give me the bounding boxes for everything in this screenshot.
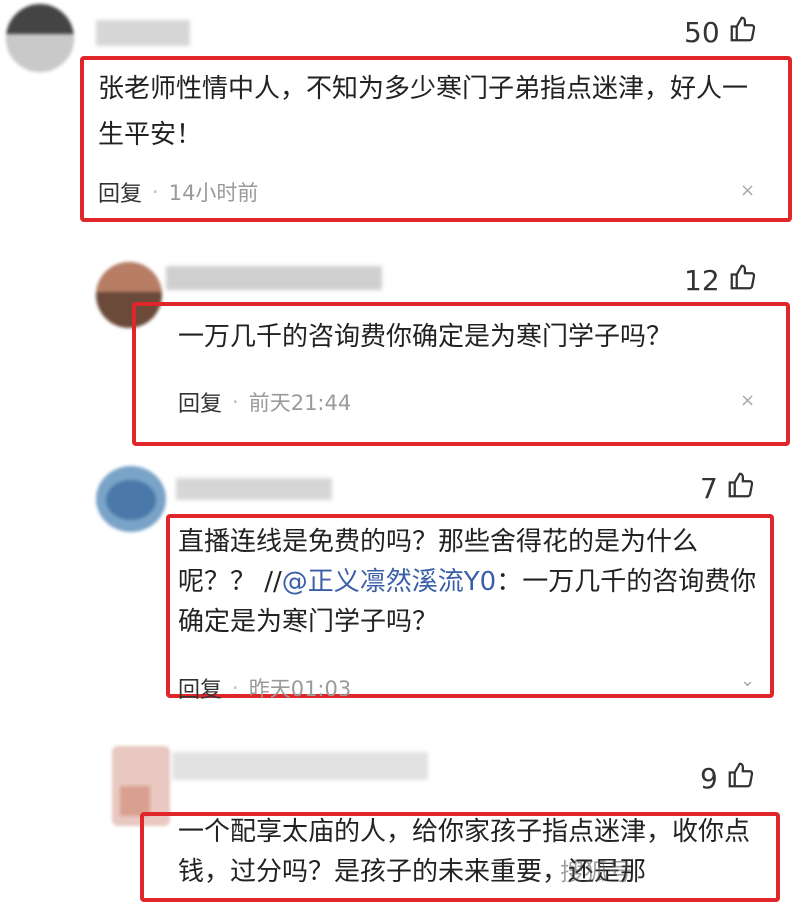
thumbs-up-icon[interactable] [726,470,756,507]
username-blurred[interactable] [96,20,190,46]
comment-text: 一万几千的咨询费你确定是为寒门学子吗？ [178,322,673,352]
comment-meta: 回复 · 昨天01:03 [178,672,351,704]
comment-meta: 回复 · 14小时前 [98,176,258,208]
separator-dot: · [232,390,239,414]
like-count[interactable]: 50 [684,14,758,51]
reply-button[interactable]: 回复 [178,386,222,418]
separator-dot: · [232,676,239,700]
username-blurred[interactable] [176,478,332,500]
like-count-value: 9 [700,762,718,795]
like-count[interactable]: 12 [684,262,758,299]
chevron-down-icon[interactable]: ⌄ [740,670,755,691]
like-count-value: 7 [700,472,718,505]
username-blurred[interactable] [166,266,382,290]
timestamp: 前天21:44 [248,391,352,415]
timestamp: 昨天01:03 [248,677,352,701]
close-icon[interactable]: × [740,180,755,201]
comment-text: 直播连线是免费的吗？那些舍得花的是为什么呢？？ //@正义凛然溪流Y0：一万几千… [178,522,758,642]
user-mention-link[interactable]: @正义凛然溪流Y0 [282,567,496,597]
thumbs-up-icon[interactable] [728,262,758,299]
like-count[interactable]: 7 [700,470,756,507]
timestamp: 14小时前 [168,181,259,205]
thumbs-up-icon[interactable] [728,14,758,51]
close-icon[interactable]: × [740,390,755,411]
comment-text: 张老师性情中人，不知为多少寒门子弟指点迷津，好人一生平安！ [98,74,749,150]
avatar[interactable] [6,4,74,72]
reply-button[interactable]: 回复 [98,176,142,208]
like-count-value: 50 [684,16,720,49]
comment-text: 一个配享太庙的人，给你家孩子指点迷津，收你点钱，过分吗？是孩子的未来重要，还是那 [178,817,751,887]
like-count-value: 12 [684,264,720,297]
watermark: 搜狐号 [560,858,632,886]
thumbs-up-icon[interactable] [726,760,756,797]
comment-meta: 回复 · 前天21:44 [178,386,351,418]
avatar[interactable] [96,466,166,532]
username-blurred[interactable] [172,752,428,780]
reply-button[interactable]: 回复 [178,672,222,704]
separator-dot: · [152,180,159,204]
like-count[interactable]: 9 [700,760,756,797]
